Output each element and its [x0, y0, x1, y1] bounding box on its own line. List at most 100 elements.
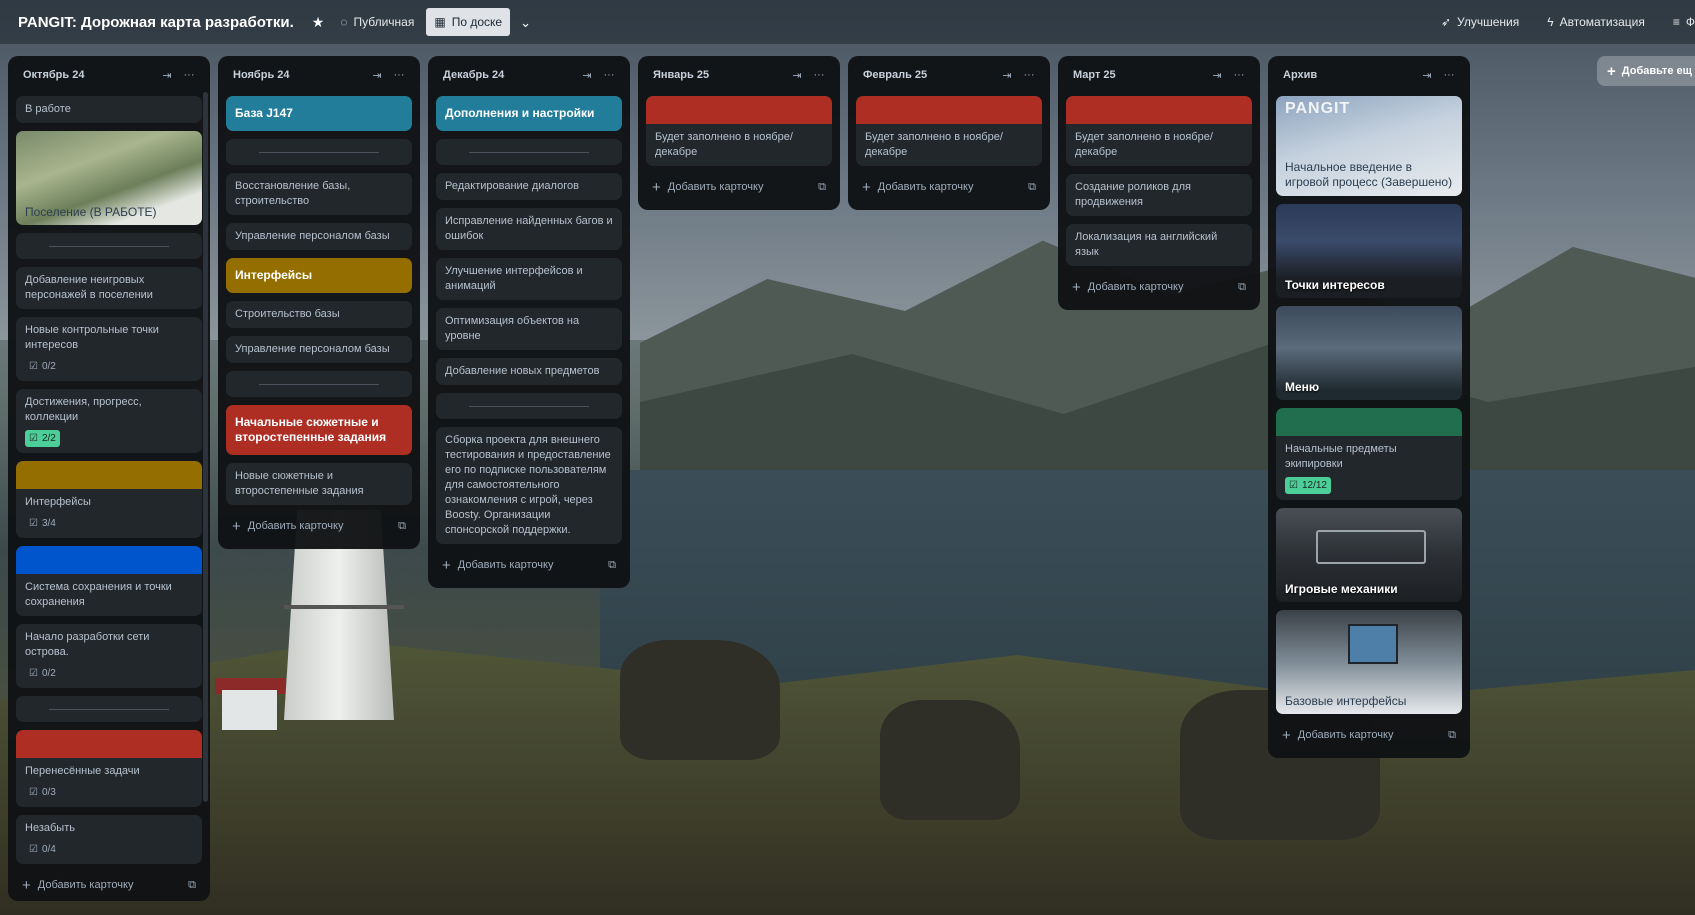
- card-with-color-cover[interactable]: Интерфейсы ☑ 3/4: [16, 461, 202, 538]
- collapse-icon[interactable]: ⇥: [1416, 69, 1438, 82]
- more-icon[interactable]: ···: [178, 69, 200, 81]
- card[interactable]: Достижения, прогресс, коллекции ☑ 2/2: [16, 389, 202, 453]
- add-card-button[interactable]: + Добавить карточку ⧉: [436, 550, 622, 580]
- card[interactable]: Восстановление базы, строительство: [226, 173, 412, 215]
- card-template-icon[interactable]: ⧉: [188, 879, 196, 892]
- checklist-icon: ☑: [29, 787, 38, 798]
- divider-card[interactable]: [226, 371, 412, 397]
- background-rock: [880, 700, 1020, 820]
- collapse-icon[interactable]: ⇥: [576, 69, 598, 82]
- more-icon[interactable]: ···: [1438, 69, 1460, 81]
- card[interactable]: Создание роликов для продвижения: [1066, 174, 1252, 216]
- add-card-label: Добавить карточку: [247, 520, 344, 532]
- card-with-cover[interactable]: Меню: [1276, 306, 1462, 400]
- more-icon[interactable]: ···: [1228, 69, 1250, 81]
- divider-card[interactable]: [436, 139, 622, 165]
- checklist-icon: ☑: [29, 668, 38, 679]
- checklist-icon: ☑: [1289, 480, 1298, 491]
- divider-card[interactable]: [16, 233, 202, 259]
- add-card-button[interactable]: + Добавить карточку ⧉: [646, 172, 832, 202]
- list-title[interactable]: Март 25: [1073, 69, 1206, 81]
- color-card[interactable]: Интерфейсы: [226, 258, 412, 293]
- list-title[interactable]: Февраль 25: [863, 69, 996, 81]
- card[interactable]: Новые контрольные точки интересов ☑ 0/2: [16, 317, 202, 381]
- powerups-button[interactable]: ➶ Улучшения: [1433, 8, 1527, 36]
- divider-card[interactable]: [226, 139, 412, 165]
- card[interactable]: Добавление новых предметов: [436, 358, 622, 385]
- card[interactable]: Строительство базы: [226, 301, 412, 328]
- collapse-icon[interactable]: ⇥: [366, 69, 388, 82]
- card-title: Начальное введение в игровой процесс (За…: [1285, 160, 1453, 189]
- card-with-cover[interactable]: Игровые механики: [1276, 508, 1462, 602]
- card[interactable]: Редактирование диалогов: [436, 173, 622, 200]
- collapse-icon[interactable]: ⇥: [786, 69, 808, 82]
- add-card-button[interactable]: + Добавить карточку ⧉: [16, 870, 202, 900]
- card-template-icon[interactable]: ⧉: [608, 559, 616, 572]
- card-title: Начало разработки сети острова.: [25, 631, 150, 658]
- card-with-color-cover[interactable]: Перенесённые задачи ☑ 0/3: [16, 730, 202, 807]
- card-with-color-cover[interactable]: Начальные предметы экипировки ☑ 12/12: [1276, 408, 1462, 500]
- collapse-icon[interactable]: ⇥: [996, 69, 1018, 82]
- more-icon[interactable]: ···: [598, 69, 620, 81]
- card-template-icon[interactable]: ⧉: [818, 181, 826, 194]
- card[interactable]: Новые сюжетные и второстепенные задания: [226, 463, 412, 505]
- card[interactable]: Улучшение интерфейсов и анимаций: [436, 258, 622, 300]
- board-view-button[interactable]: ▦ По доске: [426, 8, 511, 36]
- board-view-label: По доске: [451, 15, 503, 29]
- automation-button[interactable]: ϟ Автоматизация: [1539, 8, 1653, 36]
- card[interactable]: Управление персоналом базы: [226, 336, 412, 363]
- card-template-icon[interactable]: ⧉: [1028, 181, 1036, 194]
- add-list-button[interactable]: + Добавьте ещ: [1597, 56, 1695, 86]
- card-with-color-cover[interactable]: Будет заполнено в ноябре/декабре: [1066, 96, 1252, 166]
- card-title: Точки интересов: [1285, 278, 1385, 292]
- card-template-icon[interactable]: ⧉: [398, 520, 406, 533]
- card[interactable]: Локализация на английский язык: [1066, 224, 1252, 266]
- card-with-cover[interactable]: PANGIT Начальное введение в игровой проц…: [1276, 96, 1462, 196]
- list-title[interactable]: Октябрь 24: [23, 69, 156, 81]
- card-cover: [16, 461, 202, 489]
- star-icon[interactable]: ★: [312, 15, 325, 29]
- filter-button[interactable]: ≡ Ф: [1665, 8, 1695, 36]
- color-card[interactable]: Начальные сюжетные и второстепенные зада…: [226, 405, 412, 455]
- collapse-icon[interactable]: ⇥: [156, 69, 178, 82]
- card-with-cover[interactable]: Поселение (В РАБОТЕ): [16, 131, 202, 225]
- add-card-button[interactable]: + Добавить карточку ⧉: [1066, 272, 1252, 302]
- card-with-color-cover[interactable]: Будет заполнено в ноябре/декабре: [856, 96, 1042, 166]
- color-card[interactable]: База J147: [226, 96, 412, 131]
- card-with-color-cover[interactable]: Будет заполнено в ноябре/декабре: [646, 96, 832, 166]
- card[interactable]: Оптимизация объектов на уровне: [436, 308, 622, 350]
- list-scrollbar[interactable]: [203, 92, 208, 802]
- card-with-color-cover[interactable]: Система сохранения и точки сохранения: [16, 546, 202, 616]
- card[interactable]: Добавление неигровых персонажей в поселе…: [16, 267, 202, 309]
- card-title: Создание роликов для продвижения: [1075, 181, 1191, 208]
- add-card-button[interactable]: + Добавить карточку ⧉: [1276, 720, 1462, 750]
- card[interactable]: Исправление найденных багов и ошибок: [436, 208, 622, 250]
- more-icon[interactable]: ···: [388, 69, 410, 81]
- board-title[interactable]: PANGIT: Дорожная карта разработки.: [18, 14, 294, 31]
- collapse-icon[interactable]: ⇥: [1206, 69, 1228, 82]
- card-with-cover[interactable]: Точки интересов: [1276, 204, 1462, 298]
- card-template-icon[interactable]: ⧉: [1448, 729, 1456, 742]
- list-title[interactable]: Декабрь 24: [443, 69, 576, 81]
- more-icon[interactable]: ···: [808, 69, 830, 81]
- divider-card[interactable]: [436, 393, 622, 419]
- list-title[interactable]: Январь 25: [653, 69, 786, 81]
- list-archive: Архив ⇥ ··· PANGIT Начальное введение в …: [1268, 56, 1470, 758]
- list-title[interactable]: Архив: [1283, 69, 1416, 81]
- board-header: PANGIT: Дорожная карта разработки. ★ ◌ П…: [0, 0, 1695, 44]
- card[interactable]: Незабыть ☑ 0/4: [16, 815, 202, 864]
- card[interactable]: Сборка проекта для внешнего тестирования…: [436, 427, 622, 544]
- card[interactable]: Управление персоналом базы: [226, 223, 412, 250]
- color-card[interactable]: Дополнения и настройки: [436, 96, 622, 131]
- card-with-cover[interactable]: Базовые интерфейсы: [1276, 610, 1462, 714]
- divider-card[interactable]: [16, 696, 202, 722]
- more-icon[interactable]: ···: [1018, 69, 1040, 81]
- visibility-button[interactable]: ◌ Публичная: [332, 8, 422, 36]
- card[interactable]: Начало разработки сети острова. ☑ 0/2: [16, 624, 202, 688]
- card[interactable]: В работе: [16, 96, 202, 123]
- add-card-button[interactable]: + Добавить карточку ⧉: [226, 511, 412, 541]
- chevron-down-icon[interactable]: ⌄: [520, 16, 531, 29]
- add-card-button[interactable]: + Добавить карточку ⧉: [856, 172, 1042, 202]
- card-template-icon[interactable]: ⧉: [1238, 281, 1246, 294]
- list-title[interactable]: Ноябрь 24: [233, 69, 366, 81]
